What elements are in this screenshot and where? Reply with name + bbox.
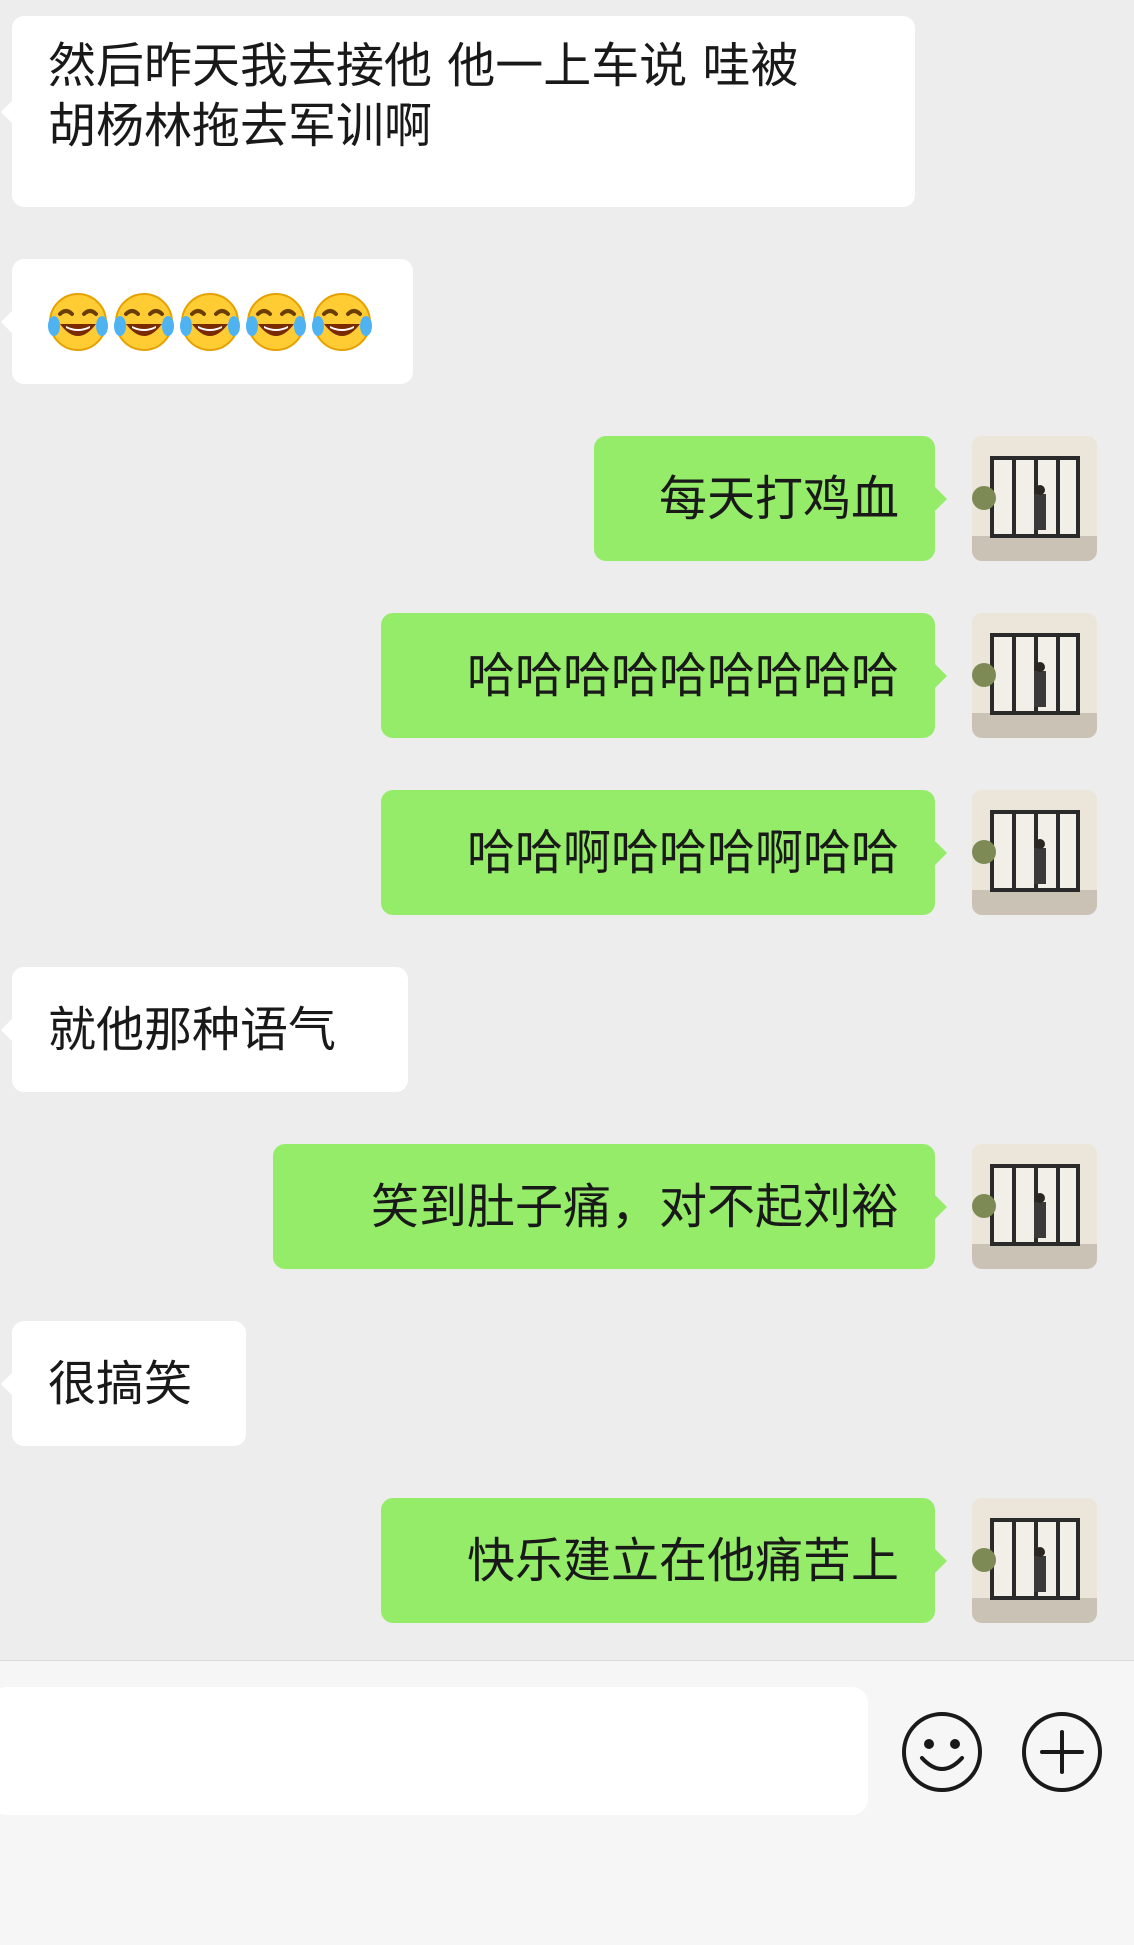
avatar[interactable]: [972, 790, 1097, 915]
message-input[interactable]: [0, 1687, 868, 1815]
message-outgoing[interactable]: 快乐建立在他痛苦上: [381, 1498, 947, 1623]
message-outgoing[interactable]: 笑到肚子痛，对不起刘裕: [273, 1144, 947, 1269]
message-text: 就他那种语气: [48, 1001, 337, 1058]
message-text: 哈哈哈哈哈哈哈哈哈: [466, 647, 899, 704]
emoji-row: [46, 290, 374, 354]
chat-input-bar: [0, 1660, 1134, 1945]
message-text: 很搞笑: [48, 1355, 193, 1412]
message-outgoing[interactable]: 每天打鸡血: [594, 436, 947, 561]
laughing-crying-face-icon: [114, 292, 174, 351]
message-text: 笑到肚子痛，对不起刘裕: [370, 1178, 899, 1235]
chat-screen: 然后昨天我去接他 他一上车说 哇被 胡杨林拖去军训啊 每天打鸡血 哈哈哈哈哈哈哈…: [0, 0, 1134, 1945]
avatar-photo-icon: [972, 790, 1097, 915]
message-incoming[interactable]: 很搞笑: [1, 1321, 246, 1446]
message-outgoing[interactable]: 哈哈哈哈哈哈哈哈哈: [381, 613, 947, 738]
message-incoming[interactable]: 就他那种语气: [1, 967, 408, 1092]
laughing-crying-face-icon: [312, 292, 372, 351]
avatar[interactable]: [972, 1498, 1097, 1623]
message-text: 然后昨天我去接他 他一上车说 哇被 胡杨林拖去军训啊: [48, 38, 799, 154]
avatar-photo-icon: [972, 1498, 1097, 1623]
message-incoming-emoji[interactable]: [1, 259, 413, 384]
smiley-face-icon: [902, 1712, 982, 1792]
avatar[interactable]: [972, 1144, 1097, 1269]
laughing-crying-face-icon: [180, 292, 240, 351]
laughing-crying-face-icon: [246, 292, 306, 351]
message-text: 哈哈啊哈哈哈啊哈哈: [466, 824, 899, 881]
message-text: 每天打鸡血: [658, 470, 899, 527]
avatar[interactable]: [972, 613, 1097, 738]
message-text: 快乐建立在他痛苦上: [466, 1532, 899, 1589]
emoji-button[interactable]: [900, 1710, 984, 1794]
message-incoming[interactable]: 然后昨天我去接他 他一上车说 哇被 胡杨林拖去军训啊: [1, 16, 915, 207]
avatar-photo-icon: [972, 1144, 1097, 1269]
avatar[interactable]: [972, 436, 1097, 561]
avatar-photo-icon: [972, 436, 1097, 561]
plus-circle-icon: [1022, 1712, 1102, 1792]
more-button[interactable]: [1020, 1710, 1104, 1794]
avatar-photo-icon: [972, 613, 1097, 738]
message-outgoing[interactable]: 哈哈啊哈哈哈啊哈哈: [381, 790, 947, 915]
laughing-crying-face-icon: [48, 292, 108, 351]
